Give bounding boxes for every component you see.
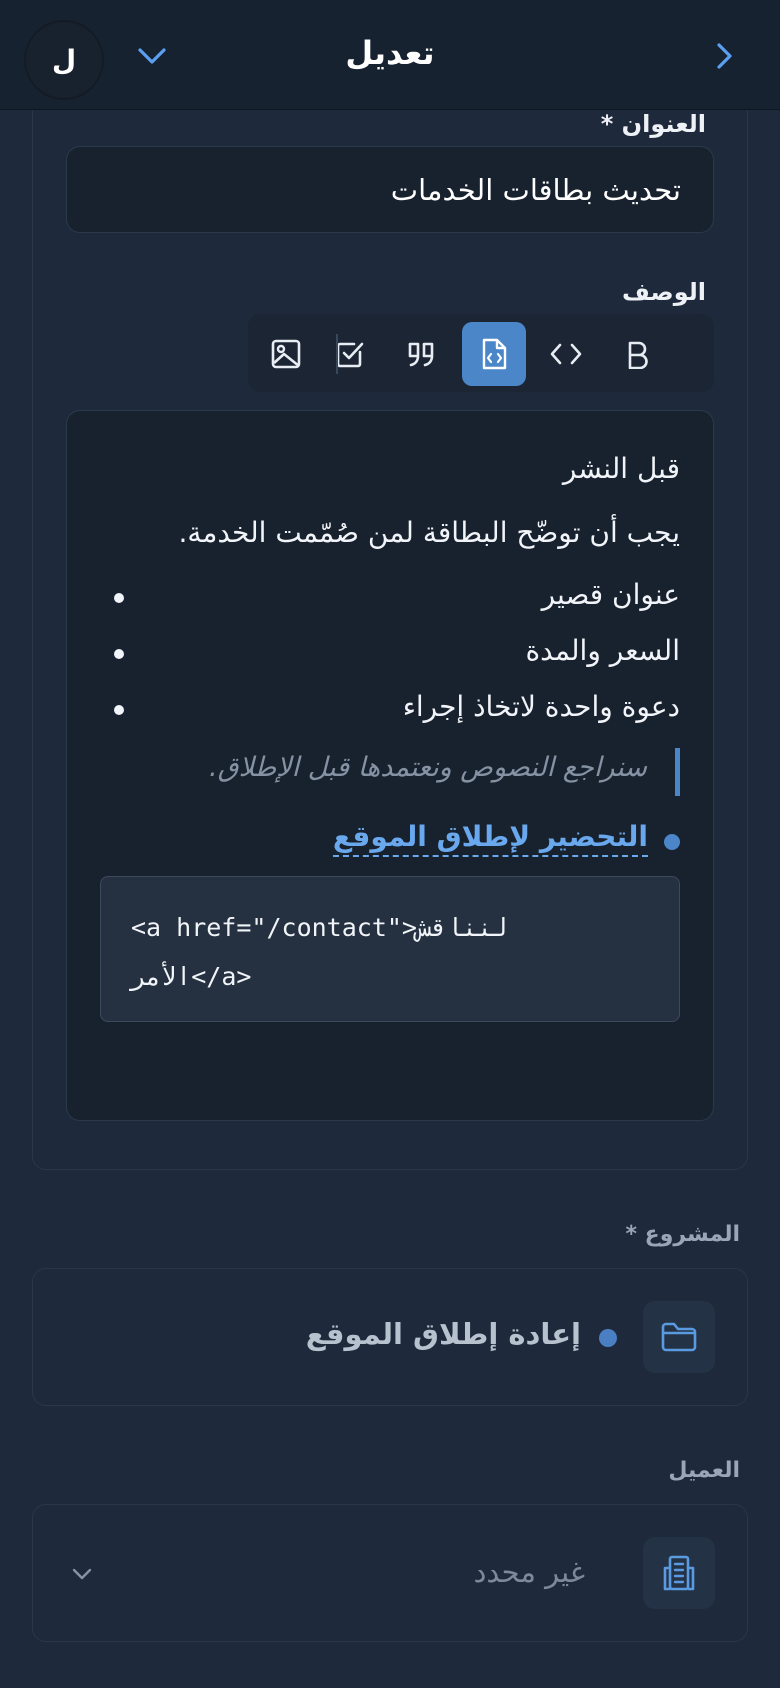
editor-paragraph: يجب أن توضّح البطاقة لمن صُمّمت الخدمة. xyxy=(178,516,680,549)
code-block-button[interactable] xyxy=(462,322,526,386)
image-icon xyxy=(271,339,301,369)
list-item: السعر والمدة xyxy=(114,634,680,674)
code-button[interactable] xyxy=(534,322,598,386)
title-label: العنوان * xyxy=(600,110,706,138)
project-icon-box xyxy=(643,1301,715,1373)
list-item: عنوان قصير xyxy=(114,578,680,618)
task-item[interactable]: التحضير لإطلاق الموقع xyxy=(120,820,680,864)
list-item: دعوة واحدة لاتخاذ إجراء xyxy=(114,690,680,730)
bold-icon xyxy=(628,341,648,369)
list-item-text: السعر والمدة xyxy=(525,634,680,667)
client-dropdown-toggle[interactable] xyxy=(67,1559,97,1589)
bullet-dot xyxy=(114,593,124,603)
folder-icon xyxy=(661,1322,697,1352)
editor-toolbar xyxy=(248,314,714,392)
title-input-value: تحديث بطاقات الخدمات xyxy=(390,172,681,207)
editor-heading: قبل النشر xyxy=(562,452,680,485)
client-select[interactable]: غير محدد xyxy=(32,1504,748,1642)
project-name: إعادة إطلاق الموقع xyxy=(305,1317,581,1351)
bullet-dot xyxy=(114,705,124,715)
task-dot-icon xyxy=(664,834,680,850)
quote-icon xyxy=(408,342,434,367)
chevron-down-icon xyxy=(72,1568,92,1580)
title-input[interactable]: تحديث بطاقات الخدمات xyxy=(66,146,714,233)
blockquote-text: سنراجع النصوص ونعتمدها قبل الإطلاق. xyxy=(209,752,647,783)
project-field[interactable]: إعادة إطلاق الموقع xyxy=(32,1268,748,1406)
dropdown-button[interactable] xyxy=(132,36,172,76)
checkbox-icon xyxy=(336,342,364,368)
image-button[interactable] xyxy=(254,322,318,386)
code-line: الأمر</a> xyxy=(131,962,252,991)
code-line: <a href="/contact">لنناقش xyxy=(131,913,508,942)
bold-button[interactable] xyxy=(606,322,670,386)
top-bar: تعديل ل xyxy=(0,0,780,110)
building-icon xyxy=(663,1555,695,1591)
list-item-text: دعوة واحدة لاتخاذ إجراء xyxy=(402,690,680,723)
code-block[interactable]: <a href="/contact">لنناقش الأمر</a> xyxy=(100,876,680,1022)
bullet-dot xyxy=(114,649,124,659)
blockquote: سنراجع النصوص ونعتمدها قبل الإطلاق. xyxy=(120,748,680,796)
page-title: تعديل xyxy=(345,34,435,72)
list-item-text: عنوان قصير xyxy=(541,578,680,611)
quote-button[interactable] xyxy=(390,322,454,386)
client-label: العميل xyxy=(668,1458,740,1483)
code-icon xyxy=(550,343,582,365)
task-button[interactable] xyxy=(318,322,382,386)
avatar[interactable]: ل xyxy=(24,20,104,100)
code-block-icon xyxy=(482,338,507,370)
description-label: الوصف xyxy=(621,278,706,306)
task-link[interactable]: التحضير لإطلاق الموقع xyxy=(332,820,648,857)
toolbar-divider xyxy=(336,334,338,374)
chevron-down-icon xyxy=(138,48,166,64)
project-label: المشروع * xyxy=(625,1222,741,1247)
project-color-dot xyxy=(599,1329,617,1347)
client-icon-box xyxy=(643,1537,715,1609)
client-value: غير محدد xyxy=(473,1555,585,1589)
